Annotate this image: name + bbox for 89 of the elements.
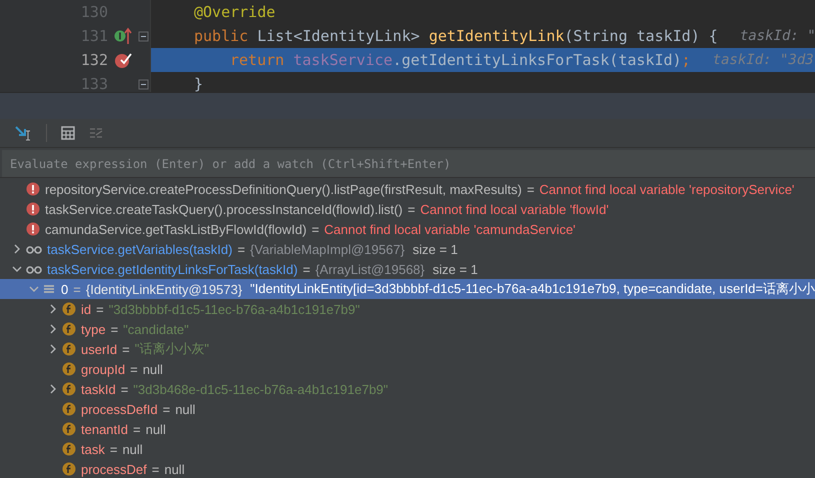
tree-row[interactable]: 0 = {IdentityLinkEntity@19573} "IdentityLinkEntity[id=3d3bbbbf-d1c5-11ec-b76a-a4b1c191e7b9, type=candidate, userId=话离小小 — [0, 279, 815, 299]
equals-sign: = — [120, 382, 128, 396]
variable-name: repositoryService.createProcessDefinitionQuery().listPage(firstResult, maxResults) — [45, 182, 522, 196]
variable-value: null — [164, 462, 185, 476]
fold-marker-icon[interactable] — [138, 78, 149, 90]
calculator-icon[interactable] — [61, 126, 75, 140]
variable-name: groupId — [81, 362, 126, 376]
implemented-method-icon[interactable] — [113, 26, 133, 46]
list-icon — [42, 282, 56, 296]
evaluate-expression-field[interactable]: Evaluate expression (Enter) or add a watch (Ctrl+Shift+Enter) — [2, 150, 815, 177]
field-icon — [62, 382, 76, 396]
tree-row[interactable]: processDef = null — [0, 459, 815, 478]
variable-name: taskId — [81, 382, 116, 396]
variable-value: "话离小小灰" — [134, 340, 209, 358]
inline-value-hint: taskId: " — [740, 28, 815, 44]
tree-row[interactable]: taskService.getVariables(taskId) = {VariableMapImpl@19567} size = 1 — [0, 239, 815, 259]
equals-sign: = — [237, 242, 246, 256]
code-line: return taskService.getIdentityLinksForTask(taskId); — [229, 51, 691, 69]
equals-sign: = — [110, 322, 118, 336]
variable-name: processDef — [81, 462, 147, 476]
tree-row[interactable]: task = null — [0, 439, 815, 459]
variable-name: taskService.createTaskQuery().processInstanceId(flowId).list() — [45, 202, 403, 216]
code-line: @Override — [194, 3, 276, 21]
variable-value: null — [146, 422, 166, 436]
variable-value: null — [122, 442, 143, 456]
variable-value: {IdentityLinkEntity@19573} — [86, 282, 242, 296]
value-summary: size = 1 — [432, 262, 478, 276]
tree-row[interactable]: tenantId = null — [0, 419, 815, 439]
variable-name: type — [81, 322, 106, 336]
tree-row[interactable]: taskService.getIdentityLinksForTask(taskId) = {ArrayList@19568} size = 1 — [0, 259, 815, 279]
variable-value: "candidate" — [123, 322, 189, 336]
equals-sign: = — [312, 222, 320, 236]
inline-value-hint: taskId: "3d3 — [712, 52, 814, 68]
tree-row[interactable]: processDefId = null — [0, 399, 815, 419]
variable-name: id — [81, 302, 92, 316]
equals-sign: = — [122, 342, 130, 356]
variable-value: "3d3b468e-d1c5-11ec-b76a-a4b1c191e7b9" — [133, 382, 388, 396]
tree-row[interactable]: groupId = null — [0, 359, 815, 379]
tree-row[interactable]: id = "3d3bbbbf-d1c5-11ec-b76a-a4b1c191e7b9" — [0, 299, 815, 319]
variable-name: camundaService.getTaskListByFlowId(flowId) — [45, 222, 307, 236]
error-message: Cannot find local variable 'camundaService' — [324, 222, 576, 236]
field-icon — [62, 342, 76, 356]
field-icon — [62, 402, 76, 416]
variable-name: task — [81, 442, 105, 456]
equals-sign: = — [133, 422, 141, 436]
value-summary: "IdentityLinkEntity[id=3d3bbbbf-d1c5-11ec-b76a-a4b1c191e7b9, type=candidate, userId=话离小小 — [250, 280, 815, 298]
field-icon — [62, 322, 76, 336]
variable-name: taskService.getVariables(taskId) — [47, 242, 232, 256]
field-icon — [62, 422, 76, 436]
field-icon — [62, 362, 76, 376]
line-number: 132 — [80, 51, 108, 69]
variable-name: userId — [81, 342, 118, 356]
variable-name: taskService.getIdentityLinksForTask(taskId) — [47, 262, 298, 276]
equals-sign: = — [526, 182, 534, 196]
equals-sign: = — [152, 462, 160, 476]
tree-row[interactable]: repositoryService.createProcessDefinitionQuery().listPage(firstResult, maxResults) = Cannot find local variable 'repositoryService' — [0, 179, 815, 199]
fold-marker-icon[interactable] — [138, 30, 149, 42]
field-icon — [62, 442, 76, 456]
field-icon — [62, 462, 76, 476]
equals-sign: = — [130, 362, 138, 376]
field-icon — [62, 302, 76, 316]
tree-row[interactable]: camundaService.getTaskListByFlowId(flowId) = Cannot find local variable 'camundaService' — [0, 219, 815, 239]
variable-value: null — [175, 402, 196, 416]
equals-sign: = — [302, 262, 310, 276]
equals-sign: = — [162, 402, 170, 416]
tree-row[interactable]: type = "candidate" — [0, 319, 815, 339]
error-message: Cannot find local variable 'flowId' — [420, 202, 609, 216]
variable-value: {VariableMapImpl@19567} — [250, 242, 405, 256]
equals-sign: = — [73, 282, 81, 296]
tree-row[interactable]: userId = "话离小小灰" — [0, 339, 815, 359]
equals-sign: = — [110, 442, 118, 456]
step-into-icon[interactable] — [14, 125, 32, 141]
value-summary: size = 1 — [412, 242, 458, 256]
equals-sign: = — [408, 202, 416, 216]
error-icon — [26, 182, 40, 196]
variable-name: tenantId — [81, 422, 128, 436]
code-line: } — [194, 75, 204, 92]
tree-row[interactable]: taskService.createTaskQuery().processInstanceId(flowId).list() = Cannot find local variable 'flowId' — [0, 199, 815, 219]
variable-value: {ArrayList@19568} — [315, 262, 425, 276]
error-icon — [26, 202, 40, 216]
error-icon — [26, 222, 40, 236]
variable-value: "3d3bbbbf-d1c5-11ec-b76a-a4b1c191e7b9" — [108, 302, 360, 316]
variable-name: processDefId — [81, 402, 158, 416]
variable-value: null — [142, 362, 163, 376]
tree-row[interactable]: taskId = "3d3b468e-d1c5-11ec-b76a-a4b1c191e7b9" — [0, 379, 815, 399]
equals-sign: = — [96, 302, 104, 316]
code-line: public List<IdentityLink> getIdentityLink(String taskId) { — [194, 27, 718, 45]
variable-name: 0 — [61, 282, 68, 296]
error-message: Cannot find local variable 'repositoryService' — [539, 182, 794, 196]
